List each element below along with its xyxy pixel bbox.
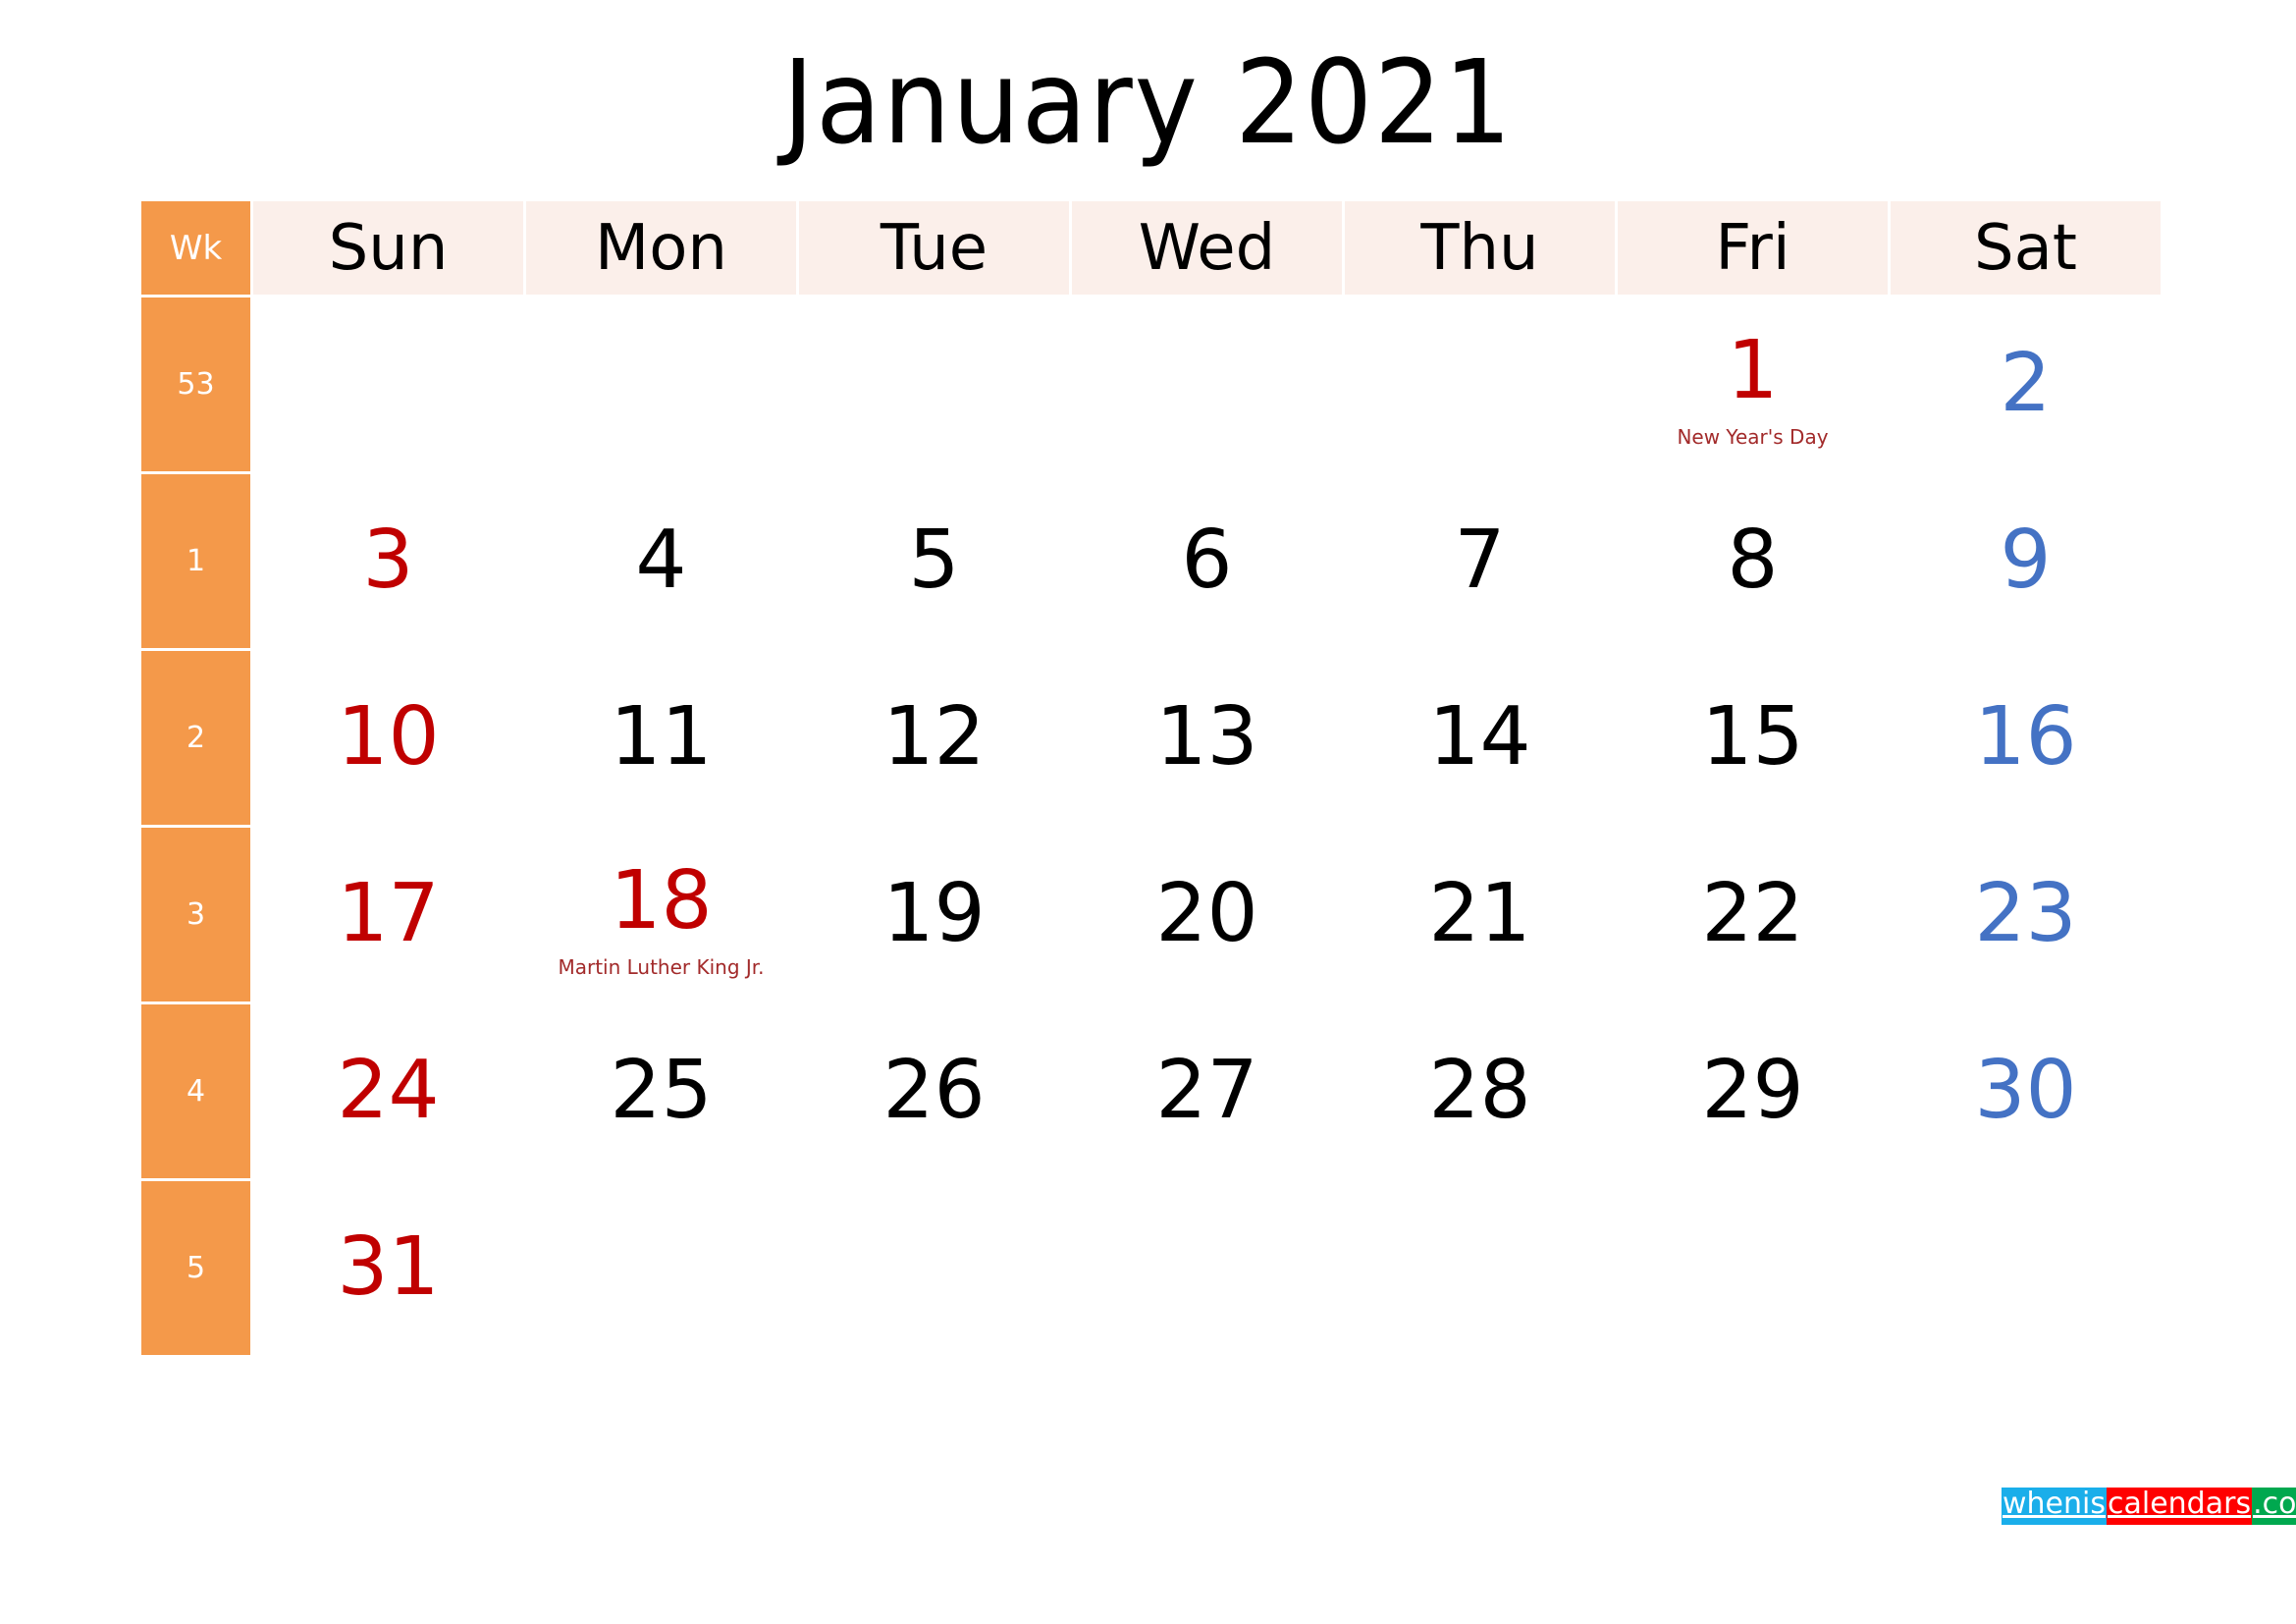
day-header-thu: Thu [1345, 201, 1615, 295]
day-cell[interactable]: 24 [253, 1004, 523, 1178]
day-cell[interactable]: 16 [1891, 651, 2161, 825]
week-number: 1 [141, 474, 250, 648]
day-cell[interactable]: 28 [1345, 1004, 1615, 1178]
day-cell[interactable]: 2 [1891, 298, 2161, 471]
day-header-sat: Sat [1891, 201, 2161, 295]
day-number: 21 [1428, 867, 1531, 960]
day-number: 26 [882, 1044, 986, 1137]
empty-day-cell [1345, 298, 1615, 471]
empty-day-cell [253, 298, 523, 471]
day-number: 2 [2000, 337, 2052, 430]
day-cell[interactable]: 4 [526, 474, 796, 648]
day-cell[interactable]: 31 [253, 1181, 523, 1355]
day-number: 28 [1428, 1044, 1531, 1137]
day-cell[interactable]: 13 [1072, 651, 1342, 825]
empty-day-cell [1345, 1181, 1615, 1355]
day-number: 25 [610, 1044, 713, 1137]
day-cell[interactable]: 20 [1072, 828, 1342, 1001]
day-number: 19 [882, 867, 986, 960]
day-cell[interactable]: 6 [1072, 474, 1342, 648]
week-number-header: Wk [141, 201, 250, 295]
day-cell[interactable]: 22 [1618, 828, 1888, 1001]
day-cell[interactable]: 27 [1072, 1004, 1342, 1178]
day-number: 4 [635, 514, 687, 607]
week-number: 53 [141, 298, 250, 471]
holiday-label: Martin Luther King Jr. [558, 955, 765, 979]
day-cell[interactable]: 26 [799, 1004, 1069, 1178]
empty-day-cell [1618, 1181, 1888, 1355]
day-cell[interactable]: 30 [1891, 1004, 2161, 1178]
week-number: 2 [141, 651, 250, 825]
empty-day-cell [1072, 1181, 1342, 1355]
day-cell[interactable]: 9 [1891, 474, 2161, 648]
day-cell[interactable]: 14 [1345, 651, 1615, 825]
day-header-fri: Fri [1618, 201, 1888, 295]
watermark-logo[interactable]: whenis calendars .com [2002, 1488, 2296, 1525]
day-cell[interactable]: 19 [799, 828, 1069, 1001]
day-number: 12 [882, 690, 986, 784]
day-number: 29 [1701, 1044, 1804, 1137]
day-number: 15 [1701, 690, 1804, 784]
watermark-part-whenis: whenis [2002, 1488, 2107, 1525]
day-number: 13 [1155, 690, 1258, 784]
day-number: 1 [1727, 324, 1779, 417]
week-number: 3 [141, 828, 250, 1001]
day-number: 31 [337, 1220, 440, 1314]
day-cell[interactable]: 11 [526, 651, 796, 825]
holiday-label: New Year's Day [1677, 425, 1829, 449]
empty-day-cell [1072, 298, 1342, 471]
day-header-tue: Tue [799, 201, 1069, 295]
empty-day-cell [526, 298, 796, 471]
week-number: 5 [141, 1181, 250, 1355]
day-number: 3 [362, 514, 414, 607]
day-number: 7 [1454, 514, 1506, 607]
day-cell[interactable]: 25 [526, 1004, 796, 1178]
day-cell[interactable]: 3 [253, 474, 523, 648]
day-cell[interactable]: 1 New Year's Day [1618, 298, 1888, 471]
day-number: 22 [1701, 867, 1804, 960]
day-number: 11 [610, 690, 713, 784]
day-number: 10 [337, 690, 440, 784]
day-number: 14 [1428, 690, 1531, 784]
day-number: 6 [1181, 514, 1233, 607]
week-number: 4 [141, 1004, 250, 1178]
day-number: 18 [610, 854, 713, 947]
day-cell[interactable]: 29 [1618, 1004, 1888, 1178]
empty-day-cell [799, 298, 1069, 471]
day-cell[interactable]: 23 [1891, 828, 2161, 1001]
day-cell[interactable]: 10 [253, 651, 523, 825]
day-number: 20 [1155, 867, 1258, 960]
day-header-sun: Sun [253, 201, 523, 295]
day-number: 23 [1974, 867, 2077, 960]
day-cell[interactable]: 12 [799, 651, 1069, 825]
day-cell[interactable]: 15 [1618, 651, 1888, 825]
day-number: 30 [1974, 1044, 2077, 1137]
watermark-part-calendars: calendars [2107, 1488, 2253, 1525]
empty-day-cell [799, 1181, 1069, 1355]
calendar-title: January 2021 [782, 34, 1514, 170]
day-header-wed: Wed [1072, 201, 1342, 295]
day-cell[interactable]: 17 [253, 828, 523, 1001]
day-number: 24 [337, 1044, 440, 1137]
day-number: 5 [908, 514, 960, 607]
day-cell[interactable]: 8 [1618, 474, 1888, 648]
day-number: 27 [1155, 1044, 1258, 1137]
watermark-part-com: .com [2252, 1488, 2296, 1525]
day-header-mon: Mon [526, 201, 796, 295]
day-cell[interactable]: 21 [1345, 828, 1615, 1001]
day-number: 9 [2000, 514, 2052, 607]
day-number: 17 [337, 867, 440, 960]
day-number: 8 [1727, 514, 1779, 607]
day-cell[interactable]: 7 [1345, 474, 1615, 648]
day-cell[interactable]: 18 Martin Luther King Jr. [526, 828, 796, 1001]
empty-day-cell [1891, 1181, 2161, 1355]
empty-day-cell [526, 1181, 796, 1355]
day-number: 16 [1974, 690, 2077, 784]
day-cell[interactable]: 5 [799, 474, 1069, 648]
